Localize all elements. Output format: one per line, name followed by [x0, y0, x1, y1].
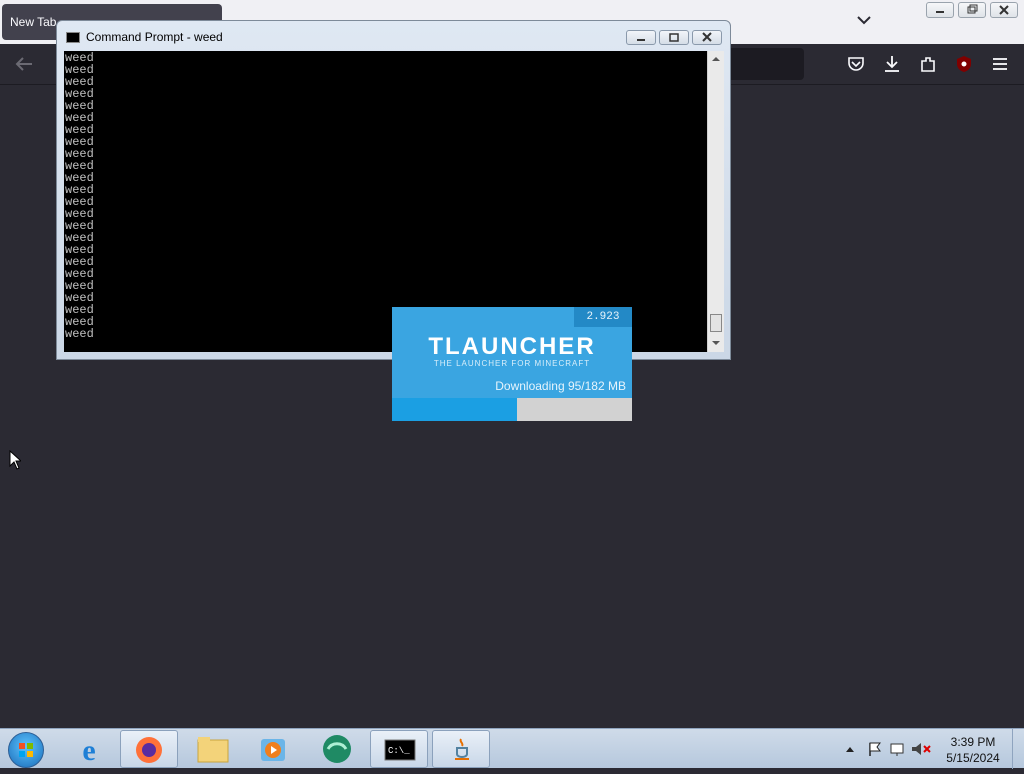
ublock-origin-icon[interactable] — [954, 54, 974, 74]
download-progress-fill — [392, 398, 518, 421]
taskbar-app-green[interactable] — [308, 730, 366, 768]
volume-muted-icon[interactable] — [912, 743, 931, 755]
download-status: Downloading 95/182 MB — [495, 379, 626, 393]
taskbar-firefox[interactable] — [120, 730, 178, 768]
show-hidden-icons-icon[interactable] — [846, 747, 854, 752]
minimize-icon — [936, 11, 944, 13]
scroll-up-arrow-icon[interactable] — [711, 55, 721, 63]
console-text: weed weed weed weed weed weed weed weed … — [65, 51, 94, 341]
cmd-close-button[interactable] — [692, 30, 722, 45]
back-arrow-icon[interactable] — [14, 56, 34, 72]
browser-close-button[interactable] — [990, 2, 1018, 18]
firefox-icon — [136, 737, 162, 763]
browser-restore-button[interactable] — [958, 2, 986, 18]
taskbar: e C:\_ 3:39 PM 5/15/2024 — [0, 728, 1024, 769]
clock-date: 5/15/2024 — [946, 751, 1000, 765]
taskbar-file-explorer[interactable] — [184, 730, 242, 768]
clock-time: 3:39 PM — [950, 735, 996, 749]
media-player-icon — [261, 739, 285, 761]
cmd-scrollbar[interactable] — [707, 51, 724, 352]
system-tray — [846, 742, 931, 756]
cmd-window-title: Command Prompt - weed — [86, 30, 223, 44]
extensions-icon[interactable] — [918, 54, 938, 74]
taskbar-command-prompt[interactable]: C:\_ — [370, 730, 428, 768]
maximize-icon — [669, 33, 679, 42]
cmd-maximize-button[interactable] — [659, 30, 689, 45]
scrollbar-thumb[interactable] — [710, 314, 722, 332]
network-icon[interactable] — [890, 743, 904, 756]
green-app-icon — [323, 735, 351, 763]
cmd-minimize-button[interactable] — [626, 30, 656, 45]
cmd-app-icon — [66, 32, 80, 43]
taskbar-internet-explorer[interactable]: e — [60, 730, 118, 768]
download-progress-bar — [392, 398, 632, 421]
restore-icon — [967, 4, 978, 14]
windows-logo-icon — [19, 743, 33, 757]
taskbar-clock[interactable]: 3:39 PM 5/15/2024 — [940, 734, 1006, 766]
taskbar-java[interactable] — [432, 730, 490, 768]
action-center-flag-icon[interactable] — [869, 742, 881, 756]
taskbar-media-player[interactable] — [244, 730, 302, 768]
menu-icon[interactable] — [990, 54, 1010, 74]
svg-text:e: e — [82, 734, 95, 767]
folder-icon — [197, 737, 229, 763]
pocket-icon[interactable] — [846, 54, 866, 74]
command-prompt-icon: C:\_ — [384, 739, 416, 761]
close-icon — [702, 32, 712, 42]
start-button[interactable] — [8, 732, 44, 768]
mouse-cursor-icon — [9, 450, 21, 470]
close-icon — [999, 5, 1009, 15]
internet-explorer-icon: e — [82, 734, 95, 767]
browser-minimize-button[interactable] — [926, 2, 954, 18]
tlauncher-version: 2.923 — [574, 307, 632, 327]
tlauncher-subtitle: THE LAUNCHER FOR MINECRAFT — [433, 359, 591, 368]
tlauncher-splash: 2.923 TLAUNCHER THE LAUNCHER FOR MINECRA… — [392, 307, 632, 421]
svg-text:C:\_: C:\_ — [388, 746, 410, 756]
chevron-down-icon[interactable] — [854, 10, 874, 30]
download-icon[interactable] — [882, 54, 902, 74]
show-desktop-button[interactable] — [1012, 729, 1024, 769]
minimize-icon — [637, 39, 645, 41]
scroll-down-arrow-icon[interactable] — [711, 339, 721, 347]
browser-tab-title: New Tab — [10, 15, 57, 29]
java-icon — [455, 738, 469, 760]
tlauncher-title: TLAUNCHER — [428, 333, 596, 360]
